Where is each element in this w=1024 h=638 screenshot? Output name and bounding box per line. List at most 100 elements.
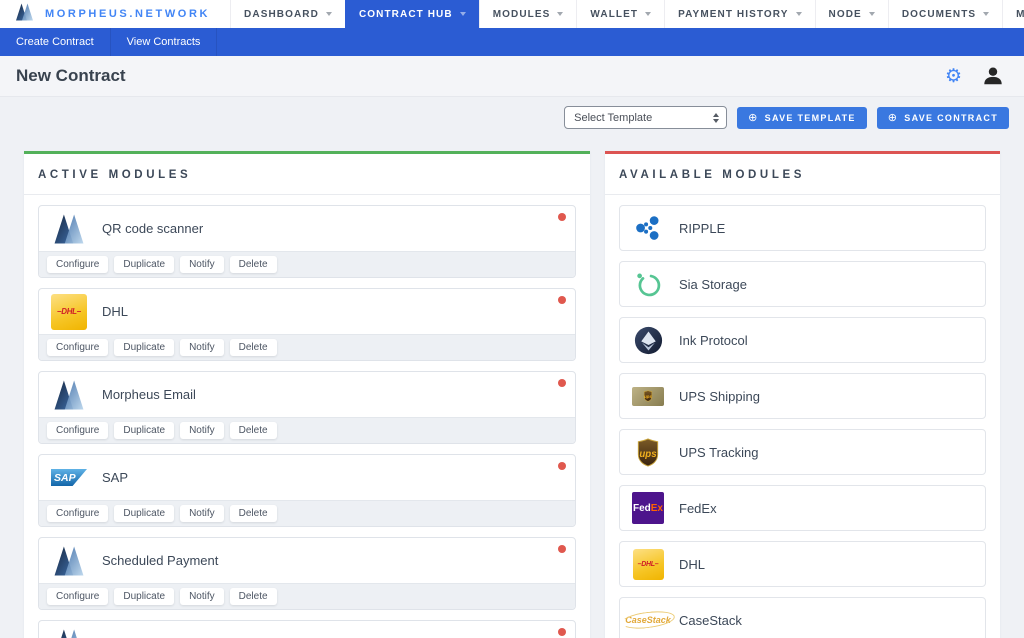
nav-items: DASHBOARD CONTRACT HUB MODULES WALLET PAYMEN…: [230, 0, 1024, 28]
available-module-card-casestack[interactable]: CaseStack CaseStack: [619, 597, 986, 638]
main-content: ACTIVE MODULES QR code scanner Configure D…: [0, 138, 1024, 638]
chevron-down-icon: [868, 12, 875, 16]
status-dot: [558, 462, 566, 470]
configure-button[interactable]: Configure: [47, 422, 109, 439]
available-module-card-fedex[interactable]: Fed Ex FedEx: [619, 485, 986, 531]
available-modules-list: RIPPLE Sia Storage Ink Protocol ups UPS S…: [605, 195, 1000, 638]
nav-item-documents[interactable]: DOCUMENTS: [887, 0, 1002, 28]
module-card-body: Morpheus SMS: [39, 621, 575, 638]
page-header: New Contract: [0, 56, 1024, 97]
nav-item-contract-hub[interactable]: CONTRACT HUB: [344, 0, 479, 28]
chevron-down-icon: [459, 12, 466, 16]
available-module-card-ink-protocol[interactable]: Ink Protocol: [619, 317, 986, 363]
dhl-logo-icon: DHL: [51, 293, 87, 330]
delete-button[interactable]: Delete: [229, 588, 277, 605]
duplicate-button[interactable]: Duplicate: [114, 422, 175, 439]
active-module-card-morpheus-sms: Morpheus SMSConfigureDuplicateNotifyDele…: [38, 620, 576, 638]
module-card-body: QR code scanner: [39, 206, 575, 251]
duplicate-button[interactable]: Duplicate: [114, 339, 175, 356]
available-modules-title: AVAILABLE MODULES: [605, 154, 1000, 195]
active-modules-list: QR code scanner Configure Duplicate Notify D…: [24, 195, 590, 638]
svg-text:ups: ups: [644, 394, 652, 399]
sub-nav: Create Contract View Contracts: [0, 28, 1024, 56]
module-name: UPS Tracking: [679, 444, 759, 460]
delete-button[interactable]: Delete: [229, 339, 277, 356]
plus-circle-icon: [748, 111, 759, 124]
nav-item-label: MODULES: [492, 8, 551, 20]
page-title: New Contract: [16, 66, 126, 85]
chevron-down-icon: [557, 12, 564, 16]
nav-item-node[interactable]: NODE: [814, 0, 888, 28]
available-module-card-ups-shipping[interactable]: ups UPS Shipping: [619, 373, 986, 419]
active-modules-title: ACTIVE MODULES: [24, 154, 590, 195]
nav-item-modules[interactable]: MODULES: [478, 0, 577, 28]
fedex-logo-icon: Fed Ex: [630, 492, 666, 524]
delete-button[interactable]: Delete: [229, 422, 277, 439]
delete-button[interactable]: Delete: [229, 256, 277, 273]
duplicate-button[interactable]: Duplicate: [114, 588, 175, 605]
nav-item-dashboard[interactable]: DASHBOARD: [230, 0, 345, 28]
notify-button[interactable]: Notify: [180, 422, 224, 439]
dhl-logo-icon: DHL: [630, 548, 666, 580]
morpheus-logo-icon: [13, 2, 45, 27]
subnav-item-create-contract[interactable]: Create Contract: [0, 28, 111, 56]
nav-item-label: NODE: [828, 8, 862, 20]
nav-item-payment-history[interactable]: PAYMENT HISTORY: [664, 0, 814, 28]
active-module-card-dhl: DHL DHL Configure Duplicate Notify Delete: [38, 288, 576, 361]
toolbar: Select Template SAVE TEMPLATE SAVE CONTR…: [0, 97, 1024, 138]
delete-button[interactable]: Delete: [229, 505, 277, 522]
notify-button[interactable]: Notify: [180, 339, 224, 356]
module-name: CaseStack: [679, 612, 742, 628]
module-name: Scheduled Payment: [102, 553, 219, 568]
status-dot: [558, 379, 566, 387]
configure-button[interactable]: Configure: [47, 256, 109, 273]
status-dot: [558, 628, 566, 636]
ink-logo-icon: [630, 326, 666, 355]
ups-shield-logo-icon: ups: [630, 437, 666, 467]
active-module-card-sap: SAP SAP Configure Duplicate Notify Delete: [38, 454, 576, 527]
ripple-logo-icon: [630, 214, 666, 242]
notify-button[interactable]: Notify: [180, 505, 224, 522]
module-card-body: SAP SAP: [39, 455, 575, 500]
casestack-logo-icon: CaseStack: [625, 615, 671, 625]
template-select-value: Select Template: [574, 111, 653, 124]
ups-shipping-logo-icon: ups: [630, 386, 666, 406]
duplicate-button[interactable]: Duplicate: [114, 256, 175, 273]
active-module-card-qr-code-scanner: QR code scanner Configure Duplicate Notify D…: [38, 205, 576, 278]
user-avatar-icon[interactable]: [982, 65, 1004, 87]
save-contract-button[interactable]: SAVE CONTRACT: [876, 106, 1009, 129]
module-name: Sia Storage: [679, 276, 747, 292]
brand[interactable]: MORPHEUS.NETWORK: [0, 0, 210, 28]
sia-logo-icon: [630, 270, 666, 299]
configure-button[interactable]: Configure: [47, 505, 109, 522]
nav-item-wallet[interactable]: WALLET: [576, 0, 664, 28]
configure-button[interactable]: Configure: [47, 339, 109, 356]
settings-gear-icon[interactable]: [945, 67, 962, 86]
available-module-card-ups-tracking[interactable]: ups UPS Tracking: [619, 429, 986, 475]
module-card-actions: Configure Duplicate Notify Delete: [39, 583, 575, 609]
chevron-down-icon: [795, 12, 802, 16]
available-module-card-ripple[interactable]: RIPPLE: [619, 205, 986, 251]
template-select[interactable]: Select Template: [564, 106, 728, 129]
active-modules-panel: ACTIVE MODULES QR code scanner Configure D…: [24, 151, 590, 638]
duplicate-button[interactable]: Duplicate: [114, 505, 175, 522]
module-name: Ink Protocol: [679, 332, 748, 348]
notify-button[interactable]: Notify: [180, 256, 224, 273]
top-nav: MORPHEUS.NETWORK DASHBOARD CONTRACT HUB MO…: [0, 0, 1024, 28]
save-template-button[interactable]: SAVE TEMPLATE: [737, 106, 867, 129]
nav-item-messages[interactable]: MESSAGES: [1002, 0, 1024, 28]
chevron-down-icon: [325, 12, 332, 16]
configure-button[interactable]: Configure: [47, 588, 109, 605]
module-card-actions: Configure Duplicate Notify Delete: [39, 334, 575, 360]
chevron-down-icon: [983, 12, 990, 16]
chevron-down-icon: [645, 12, 652, 16]
subnav-item-view-contracts[interactable]: View Contracts: [111, 28, 218, 56]
brand-name: MORPHEUS.NETWORK: [45, 8, 211, 20]
status-dot: [558, 545, 566, 553]
notify-button[interactable]: Notify: [180, 588, 224, 605]
available-module-card-sia-storage[interactable]: Sia Storage: [619, 261, 986, 307]
module-card-body: Morpheus Email: [39, 372, 575, 417]
nav-item-label: PAYMENT HISTORY: [678, 8, 789, 20]
available-module-card-dhl[interactable]: DHL DHL: [619, 541, 986, 587]
module-card-actions: Configure Duplicate Notify Delete: [39, 251, 575, 277]
